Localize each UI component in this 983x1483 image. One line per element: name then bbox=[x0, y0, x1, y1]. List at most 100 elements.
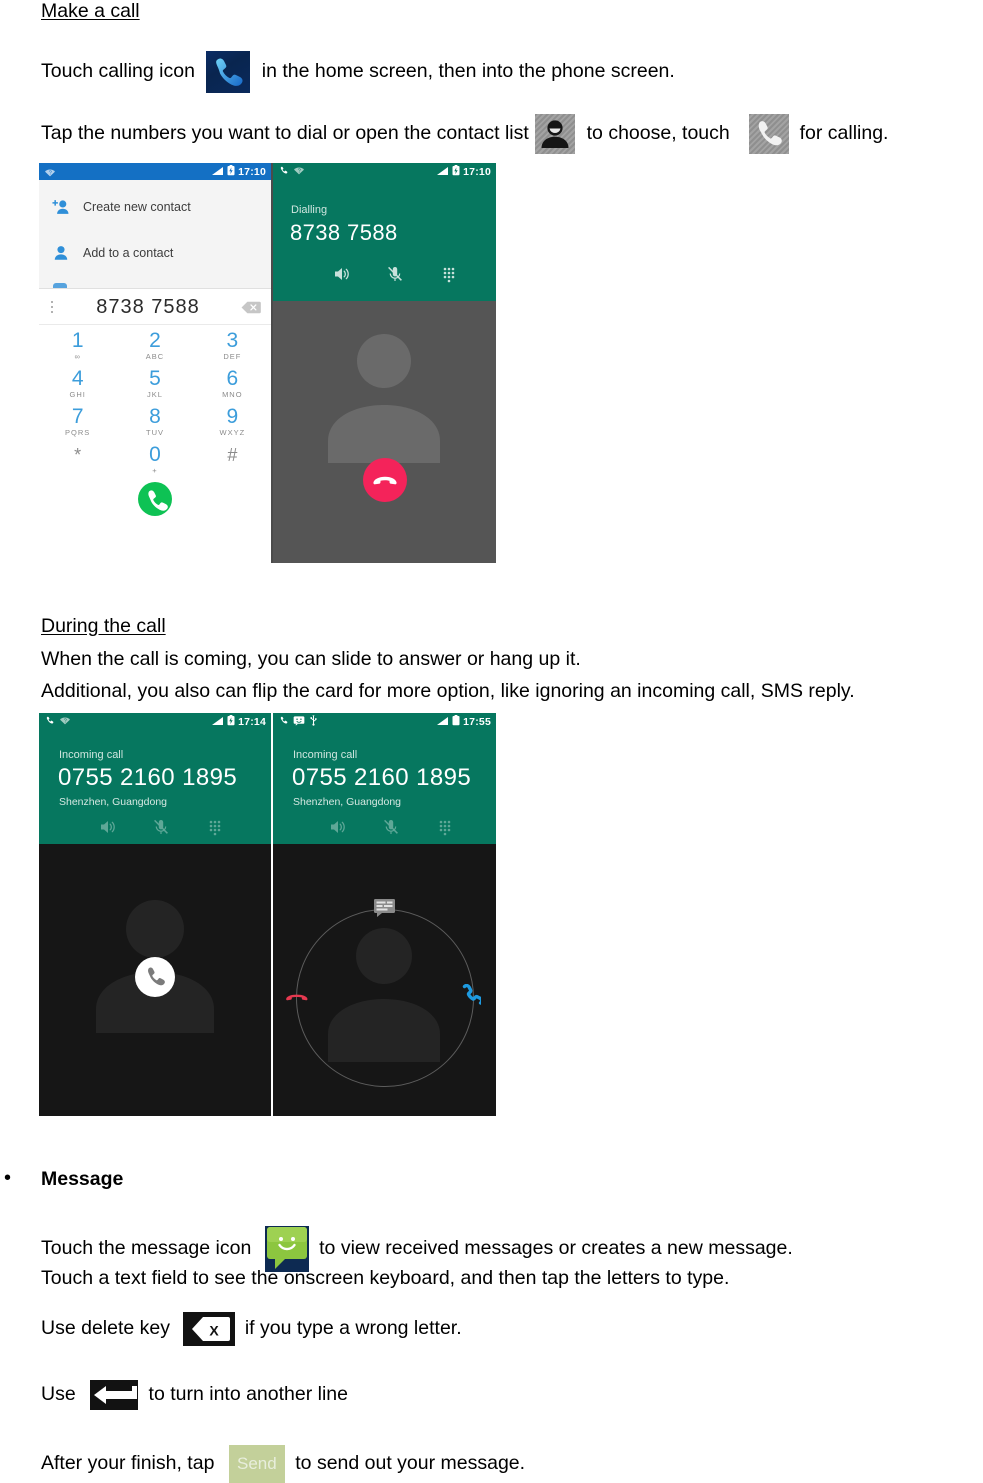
call-fab-icon[interactable] bbox=[138, 482, 172, 516]
incoming-options-header: 17:55 Incoming call 0755 2160 1895 Shenz… bbox=[273, 713, 496, 844]
incoming-body bbox=[39, 844, 271, 1116]
key-digit: * bbox=[74, 445, 82, 465]
key-2[interactable]: 2 ABC bbox=[116, 326, 193, 364]
call-action-row bbox=[327, 817, 455, 837]
delete-key-glyph: X bbox=[183, 1312, 236, 1346]
call-number: 8738 7588 bbox=[290, 220, 398, 245]
more-vertical-icon[interactable] bbox=[39, 300, 65, 314]
call-icon bbox=[278, 715, 289, 728]
key-star[interactable]: * bbox=[39, 440, 116, 478]
sms-reply-icon[interactable] bbox=[373, 898, 396, 917]
keypad-row: 1 ∞ 2 ABC 3 DEF bbox=[39, 326, 271, 364]
paragraph-tap-numbers: Tap the numbers you want to dial or open… bbox=[41, 114, 888, 154]
menu-item-partial bbox=[53, 283, 67, 288]
key-letters: MNO bbox=[222, 390, 243, 399]
wifi-icon: ? bbox=[59, 715, 71, 728]
answer-call-icon[interactable] bbox=[459, 983, 484, 1008]
dialer-context-menu: Create new contact Add to a contact bbox=[39, 180, 271, 289]
speaker-icon[interactable] bbox=[97, 817, 117, 837]
paragraph-touch-calling-icon: Touch calling icon in the home screen, t… bbox=[41, 51, 675, 93]
call-button-bar bbox=[39, 478, 271, 521]
paragraph-text-before: Touch calling icon bbox=[41, 60, 195, 83]
battery-icon bbox=[227, 165, 235, 178]
key-letters: PQRS bbox=[65, 428, 91, 437]
paragraph-text-after: if you type a wrong letter. bbox=[244, 1317, 462, 1340]
paragraph-text-after: for calling. bbox=[799, 122, 889, 145]
key-5[interactable]: 5 JKL bbox=[116, 364, 193, 402]
enter-key-icon bbox=[90, 1380, 139, 1410]
key-digit: 6 bbox=[226, 367, 239, 390]
dialed-number-value[interactable]: 8738 7588 bbox=[65, 296, 231, 319]
speaker-icon[interactable] bbox=[327, 817, 347, 837]
mute-icon[interactable] bbox=[381, 817, 401, 837]
speaker-icon[interactable] bbox=[331, 264, 351, 284]
battery-icon bbox=[452, 165, 460, 178]
paragraph-text-before: After your finish, tap bbox=[41, 1452, 215, 1475]
key-letters: WXYZ bbox=[219, 428, 246, 437]
dialling-status-bar: ? 17:10 bbox=[273, 163, 496, 180]
status-time: 17:55 bbox=[463, 715, 491, 728]
signal-icon bbox=[436, 716, 449, 728]
mute-icon[interactable] bbox=[385, 264, 405, 284]
key-4[interactable]: 4 GHI bbox=[39, 364, 116, 402]
answer-call-icon[interactable] bbox=[135, 957, 175, 997]
figure-dialer-screenshots: ? 17:10 Create new contact Add to a cont… bbox=[39, 163, 496, 563]
keypad-icon[interactable] bbox=[205, 817, 225, 837]
key-0[interactable]: 0 + bbox=[116, 440, 193, 478]
key-3[interactable]: 3 DEF bbox=[194, 326, 271, 364]
keypad-row: 4 GHI 5 JKL 6 MNO bbox=[39, 364, 271, 402]
person-icon bbox=[39, 245, 83, 261]
menu-item-create-new-contact[interactable]: Create new contact bbox=[39, 184, 271, 229]
signal-icon bbox=[436, 166, 449, 178]
paragraph-text-after: to send out your message. bbox=[295, 1452, 526, 1475]
status-time: 17:14 bbox=[238, 715, 266, 728]
incoming-options-body bbox=[273, 844, 496, 1116]
backspace-icon[interactable] bbox=[231, 301, 271, 314]
avatar-placeholder-icon bbox=[328, 334, 440, 463]
key-digit: 3 bbox=[226, 329, 239, 352]
menu-item-add-to-a-contact[interactable]: Add to a contact bbox=[39, 230, 271, 275]
key-letters: DEF bbox=[223, 352, 242, 361]
incoming-options-status-bar: 17:55 bbox=[273, 713, 496, 730]
call-state-label: Incoming call bbox=[59, 749, 124, 761]
keypad-icon[interactable] bbox=[439, 264, 459, 284]
status-time: 17:10 bbox=[463, 165, 491, 178]
key-8[interactable]: 8 TUV bbox=[116, 402, 193, 440]
add-contact-icon bbox=[39, 199, 83, 215]
keypad-icon[interactable] bbox=[435, 817, 455, 837]
enter-key-glyph bbox=[90, 1380, 139, 1410]
key-letters: JKL bbox=[147, 390, 163, 399]
key-6[interactable]: 6 MNO bbox=[194, 364, 271, 402]
call-number: 0755 2160 1895 bbox=[292, 764, 472, 791]
end-call-icon[interactable] bbox=[363, 458, 407, 502]
signal-icon bbox=[211, 716, 224, 728]
paragraph-touch-text-field: Touch a text field to see the onscreen k… bbox=[41, 1267, 730, 1289]
dialed-number-bar: 8738 7588 bbox=[39, 290, 271, 325]
phone-blue-glyph bbox=[216, 58, 243, 86]
send-button-icon[interactable]: Send bbox=[228, 1445, 285, 1483]
dialling-header: ? 17:10 Dialling 8738 7588 bbox=[273, 163, 496, 301]
paragraph-text-before: Use bbox=[41, 1383, 76, 1406]
key-digit: 9 bbox=[226, 405, 239, 428]
heading-make-a-call: Make a call bbox=[41, 0, 140, 22]
key-letters: ABC bbox=[145, 352, 165, 361]
during-call-line-1: When the call is coming, you can slide t… bbox=[41, 648, 581, 670]
heading-message: Message bbox=[41, 1168, 124, 1190]
bullet-marker: • bbox=[4, 1167, 12, 1189]
mute-icon[interactable] bbox=[151, 817, 171, 837]
key-1[interactable]: 1 ∞ bbox=[39, 326, 116, 364]
key-9[interactable]: 9 WXYZ bbox=[194, 402, 271, 440]
key-letters: + bbox=[152, 466, 158, 475]
paragraph-text-after: in the home screen, then into the phone … bbox=[261, 60, 675, 83]
key-digit: 8 bbox=[149, 405, 161, 428]
svg-text:X: X bbox=[210, 1323, 220, 1339]
paragraph-text-after: to turn into another line bbox=[148, 1383, 348, 1406]
paragraph-text-before: Touch the message icon bbox=[41, 1237, 252, 1260]
svg-text:?: ? bbox=[298, 168, 301, 174]
battery-icon bbox=[227, 715, 235, 728]
paragraph-text-after: to view received messages or creates a n… bbox=[319, 1237, 793, 1260]
key-hash[interactable]: # bbox=[194, 440, 271, 478]
incoming-status-bar: ? 17:14 bbox=[39, 713, 271, 730]
decline-call-icon[interactable] bbox=[284, 987, 310, 1007]
key-7[interactable]: 7 PQRS bbox=[39, 402, 116, 440]
